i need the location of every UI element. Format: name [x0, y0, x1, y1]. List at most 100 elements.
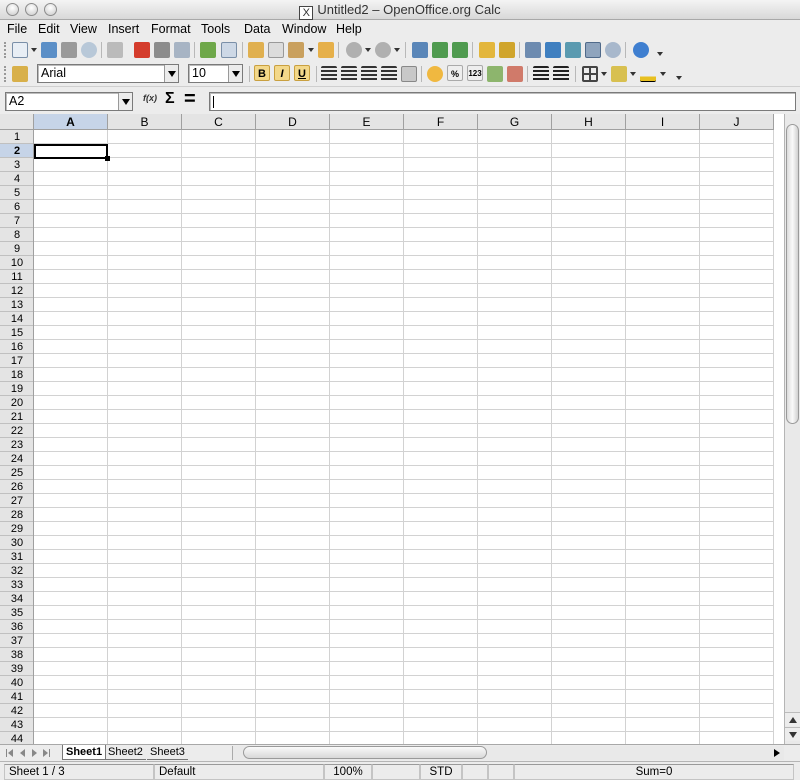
sheet-tab-sheet1[interactable]: Sheet1	[62, 745, 107, 760]
toolbar-overflow-icon[interactable]	[676, 76, 682, 80]
open-folder-icon[interactable]	[41, 42, 57, 58]
column-header-c[interactable]: C	[182, 114, 256, 129]
name-box[interactable]: A2	[5, 92, 133, 111]
row-header-28[interactable]: 28	[0, 508, 33, 522]
new-document-icon[interactable]	[12, 42, 28, 58]
row-header-34[interactable]: 34	[0, 592, 33, 606]
styles-formatting-icon[interactable]	[12, 66, 28, 82]
row-header-32[interactable]: 32	[0, 564, 33, 578]
print-icon[interactable]	[154, 42, 170, 58]
row-header-9[interactable]: 9	[0, 242, 33, 256]
insert-chart-icon[interactable]	[479, 42, 495, 58]
column-header-e[interactable]: E	[330, 114, 404, 129]
row-header-21[interactable]: 21	[0, 410, 33, 424]
sort-ascending-icon[interactable]	[432, 42, 448, 58]
first-sheet-icon[interactable]	[6, 748, 15, 758]
row-header-42[interactable]: 42	[0, 704, 33, 718]
row-header-37[interactable]: 37	[0, 634, 33, 648]
row-header-33[interactable]: 33	[0, 578, 33, 592]
row-header-15[interactable]: 15	[0, 326, 33, 340]
save-icon[interactable]	[61, 42, 77, 58]
row-header-5[interactable]: 5	[0, 186, 33, 200]
row-header-2[interactable]: 2	[0, 144, 33, 158]
spellcheck-icon[interactable]	[200, 42, 216, 58]
new-dropdown-icon[interactable]	[31, 48, 37, 52]
row-header-27[interactable]: 27	[0, 494, 33, 508]
row-header-40[interactable]: 40	[0, 676, 33, 690]
row-header-12[interactable]: 12	[0, 284, 33, 298]
help-icon[interactable]	[633, 42, 649, 58]
zoom-icon[interactable]	[605, 42, 621, 58]
background-color-dropdown-icon[interactable]	[630, 72, 636, 76]
select-all-corner[interactable]	[0, 114, 34, 130]
row-header-18[interactable]: 18	[0, 368, 33, 382]
copy-icon[interactable]	[268, 42, 284, 58]
column-header-h[interactable]: H	[552, 114, 626, 129]
toolbar-grip-icon[interactable]	[4, 66, 7, 82]
font-name-dropdown-icon[interactable]	[164, 65, 178, 82]
row-header-3[interactable]: 3	[0, 158, 33, 172]
row-header-17[interactable]: 17	[0, 354, 33, 368]
background-color-icon[interactable]	[611, 66, 627, 82]
merge-cells-icon[interactable]	[401, 66, 417, 82]
align-right-icon[interactable]	[361, 66, 377, 82]
undo-dropdown-icon[interactable]	[365, 48, 371, 52]
row-header-44[interactable]: 44	[0, 732, 33, 744]
row-header-43[interactable]: 43	[0, 718, 33, 732]
row-header-35[interactable]: 35	[0, 606, 33, 620]
column-header-d[interactable]: D	[256, 114, 330, 129]
increase-indent-icon[interactable]	[553, 66, 569, 82]
email-document-icon[interactable]	[81, 42, 97, 58]
font-size-combo[interactable]: 10	[188, 64, 243, 83]
sheet-tab-sheet3[interactable]: Sheet3	[147, 745, 188, 760]
row-header-29[interactable]: 29	[0, 522, 33, 536]
status-selection-mode[interactable]: STD	[420, 764, 462, 780]
redo-icon[interactable]	[375, 42, 391, 58]
autospellcheck-icon[interactable]	[221, 42, 237, 58]
gallery-icon[interactable]	[565, 42, 581, 58]
toolbar-overflow-icon[interactable]	[657, 52, 663, 56]
column-header-g[interactable]: G	[478, 114, 552, 129]
menu-data[interactable]: Data	[244, 22, 270, 36]
cell-area[interactable]	[34, 130, 774, 744]
font-color-icon[interactable]	[640, 66, 656, 82]
fill-handle[interactable]	[105, 156, 110, 161]
sort-descending-icon[interactable]	[452, 42, 468, 58]
scroll-right-icon[interactable]	[774, 749, 780, 757]
row-header-6[interactable]: 6	[0, 200, 33, 214]
paste-dropdown-icon[interactable]	[308, 48, 314, 52]
export-pdf-icon[interactable]	[134, 42, 150, 58]
row-header-14[interactable]: 14	[0, 312, 33, 326]
data-sources-icon[interactable]	[585, 42, 601, 58]
row-header-8[interactable]: 8	[0, 228, 33, 242]
navigator-icon[interactable]	[545, 42, 561, 58]
cut-icon[interactable]	[248, 42, 264, 58]
row-header-16[interactable]: 16	[0, 340, 33, 354]
column-header-b[interactable]: B	[108, 114, 182, 129]
hyperlink-icon[interactable]	[412, 42, 428, 58]
add-decimal-icon[interactable]	[487, 66, 503, 82]
scroll-down-button[interactable]	[785, 727, 800, 741]
redo-dropdown-icon[interactable]	[394, 48, 400, 52]
row-header-24[interactable]: 24	[0, 452, 33, 466]
vertical-scrollbar[interactable]	[784, 114, 800, 744]
sheet-tab-sheet2[interactable]: Sheet2	[105, 745, 146, 760]
formula-input[interactable]	[209, 92, 796, 111]
row-header-7[interactable]: 7	[0, 214, 33, 228]
sum-icon[interactable]: Σ	[165, 90, 175, 108]
column-header-j[interactable]: J	[700, 114, 774, 129]
horizontal-scrollbar[interactable]	[232, 746, 784, 760]
align-left-icon[interactable]	[321, 66, 337, 82]
vertical-scroll-thumb[interactable]	[786, 124, 799, 424]
name-box-dropdown-icon[interactable]	[118, 93, 132, 110]
scroll-up-button[interactable]	[785, 712, 800, 726]
menu-file[interactable]: File	[7, 22, 27, 36]
menu-edit[interactable]: Edit	[38, 22, 60, 36]
column-header-i[interactable]: I	[626, 114, 700, 129]
format-paintbrush-icon[interactable]	[318, 42, 334, 58]
function-wizard-icon[interactable]: f(x)	[143, 93, 157, 103]
row-header-41[interactable]: 41	[0, 690, 33, 704]
active-cell-cursor[interactable]	[34, 144, 108, 159]
row-header-25[interactable]: 25	[0, 466, 33, 480]
bold-button[interactable]: B	[254, 65, 270, 81]
